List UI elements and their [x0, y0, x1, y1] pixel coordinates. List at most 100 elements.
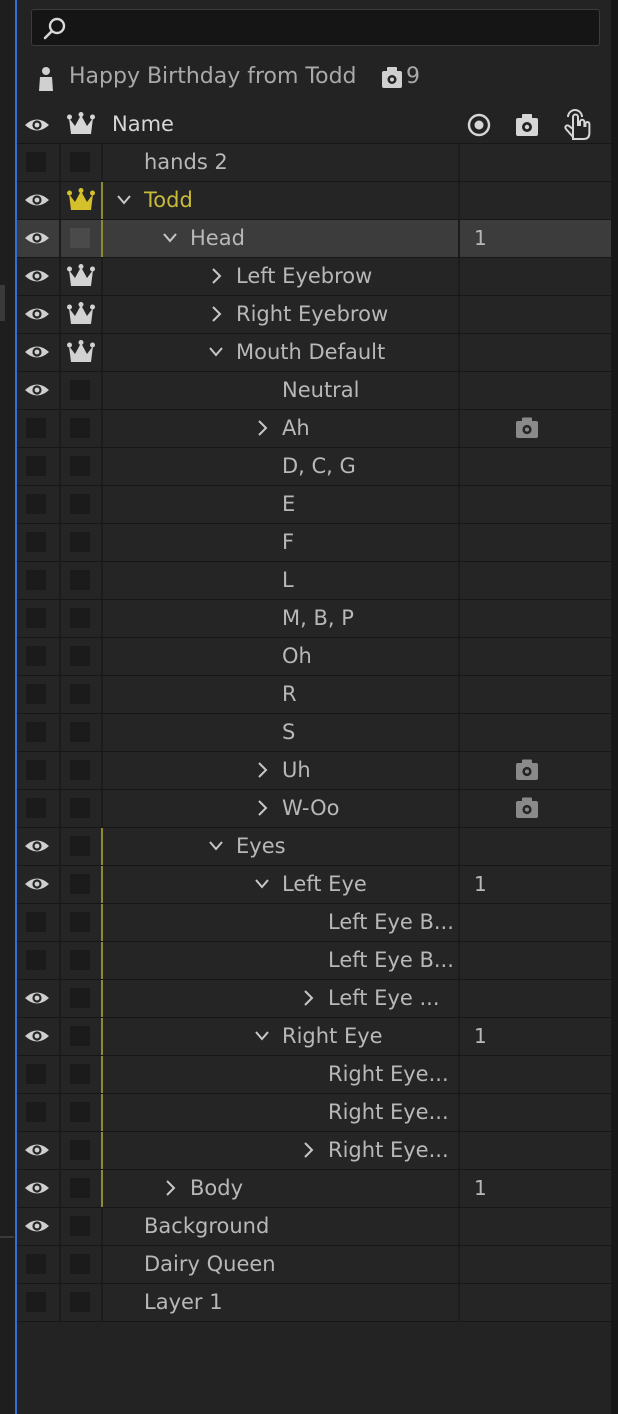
visibility-toggle[interactable]: [24, 531, 48, 553]
layer-name[interactable]: Oh: [282, 644, 312, 668]
visibility-toggle[interactable]: [24, 1063, 48, 1085]
chevron-down-icon[interactable]: [208, 837, 224, 855]
visibility-toggle[interactable]: [24, 797, 48, 819]
arm-toggle[interactable]: [67, 834, 93, 858]
layer-name[interactable]: Eyes: [236, 834, 286, 858]
visibility-toggle[interactable]: [24, 569, 48, 591]
layer-name[interactable]: R: [282, 682, 297, 706]
visibility-toggle[interactable]: [24, 759, 48, 781]
arm-toggle[interactable]: [67, 1024, 93, 1048]
layer-row[interactable]: Right Eye...: [17, 1132, 611, 1170]
visibility-eye-icon[interactable]: [24, 1025, 49, 1047]
chevron-right-icon[interactable]: [208, 267, 224, 285]
visibility-eye-icon[interactable]: [24, 227, 49, 249]
arm-crown-icon[interactable]: [67, 188, 95, 212]
layer-name[interactable]: Left Eyebrow: [236, 264, 372, 288]
visibility-eye-icon[interactable]: [24, 265, 49, 287]
arm-toggle[interactable]: [67, 1290, 93, 1314]
layer-row[interactable]: Background: [17, 1208, 611, 1246]
visibility-toggle[interactable]: [24, 151, 48, 173]
arm-toggle[interactable]: [67, 1252, 93, 1276]
layer-name[interactable]: Body: [190, 1176, 243, 1200]
arm-toggle[interactable]: [67, 872, 93, 896]
arm-column-crown-icon[interactable]: [67, 112, 95, 138]
layer-row[interactable]: Mouth Default: [17, 334, 611, 372]
arm-toggle[interactable]: [67, 568, 93, 592]
visibility-eye-icon[interactable]: [24, 835, 49, 857]
layer-name[interactable]: Right Eyebrow: [236, 302, 388, 326]
chevron-right-icon[interactable]: [254, 799, 270, 817]
arm-toggle[interactable]: [67, 910, 93, 934]
visibility-toggle[interactable]: [24, 607, 48, 629]
arm-toggle[interactable]: [67, 682, 93, 706]
chevron-right-icon[interactable]: [254, 419, 270, 437]
arm-toggle[interactable]: [67, 796, 93, 820]
visibility-eye-icon[interactable]: [24, 1215, 49, 1237]
arm-toggle[interactable]: [67, 378, 93, 402]
arm-toggle[interactable]: [67, 150, 93, 174]
layer-row[interactable]: Left Eye B...: [17, 904, 611, 942]
layer-row[interactable]: R: [17, 676, 611, 714]
layer-name[interactable]: M, B, P: [282, 606, 354, 630]
layer-row[interactable]: M, B, P: [17, 600, 611, 638]
visibility-eye-icon[interactable]: [24, 379, 49, 401]
arm-toggle[interactable]: [67, 758, 93, 782]
layer-row[interactable]: Right Eye...: [17, 1094, 611, 1132]
layer-name[interactable]: Left Eye: [282, 872, 367, 896]
trigger-column-hand-icon[interactable]: [562, 109, 592, 141]
visibility-toggle[interactable]: [24, 911, 48, 933]
layer-name[interactable]: D, C, G: [282, 454, 356, 478]
layer-name[interactable]: Uh: [282, 758, 311, 782]
layer-row[interactable]: Left Eye ...: [17, 980, 611, 1018]
arm-toggle[interactable]: [67, 948, 93, 972]
layer-row[interactable]: Body 1: [17, 1170, 611, 1208]
layer-name[interactable]: Head: [190, 226, 245, 250]
layer-name[interactable]: W-Oo: [282, 796, 339, 820]
arm-toggle[interactable]: [67, 530, 93, 554]
visibility-eye-icon[interactable]: [24, 873, 49, 895]
chevron-down-icon[interactable]: [254, 875, 270, 893]
visibility-toggle[interactable]: [24, 417, 48, 439]
visibility-toggle[interactable]: [24, 1253, 48, 1275]
layer-name[interactable]: Right Eye...: [328, 1138, 449, 1162]
visibility-toggle[interactable]: [24, 1291, 48, 1313]
layer-name[interactable]: hands 2: [144, 150, 228, 174]
visibility-eye-icon[interactable]: [24, 1139, 49, 1161]
arm-toggle[interactable]: [67, 416, 93, 440]
layer-name[interactable]: Ah: [282, 416, 310, 440]
search-input[interactable]: [31, 9, 600, 46]
layer-row[interactable]: Todd: [17, 182, 611, 220]
visibility-column-eye-icon[interactable]: [24, 114, 50, 136]
arm-toggle[interactable]: [67, 606, 93, 630]
arm-toggle[interactable]: [67, 1100, 93, 1124]
layer-row[interactable]: Right Eye...: [17, 1056, 611, 1094]
visibility-toggle[interactable]: [24, 683, 48, 705]
visibility-toggle[interactable]: [24, 949, 48, 971]
layer-row[interactable]: Eyes: [17, 828, 611, 866]
visibility-eye-icon[interactable]: [24, 189, 49, 211]
arm-toggle[interactable]: [67, 226, 93, 250]
visibility-toggle[interactable]: [24, 493, 48, 515]
arm-toggle[interactable]: [67, 1138, 93, 1162]
chevron-down-icon[interactable]: [254, 1027, 270, 1045]
layer-name[interactable]: Right Eye...: [328, 1062, 449, 1086]
chevron-right-icon[interactable]: [208, 305, 224, 323]
layer-name[interactable]: Mouth Default: [236, 340, 385, 364]
layer-row[interactable]: Oh: [17, 638, 611, 676]
arm-toggle[interactable]: [67, 492, 93, 516]
layer-row[interactable]: Left Eye 1: [17, 866, 611, 904]
layer-row[interactable]: Right Eye 1: [17, 1018, 611, 1056]
rig-column-icon[interactable]: [514, 113, 540, 137]
layer-row[interactable]: L: [17, 562, 611, 600]
visibility-toggle[interactable]: [24, 645, 48, 667]
arm-toggle[interactable]: [67, 1176, 93, 1200]
arm-crown-icon[interactable]: [67, 302, 95, 326]
layer-name[interactable]: Neutral: [282, 378, 360, 402]
layer-name[interactable]: L: [282, 568, 294, 592]
layer-row[interactable]: E: [17, 486, 611, 524]
visibility-toggle[interactable]: [24, 1101, 48, 1123]
arm-toggle[interactable]: [67, 720, 93, 744]
visibility-toggle[interactable]: [24, 721, 48, 743]
visibility-toggle[interactable]: [24, 455, 48, 477]
chevron-down-icon[interactable]: [162, 229, 178, 247]
